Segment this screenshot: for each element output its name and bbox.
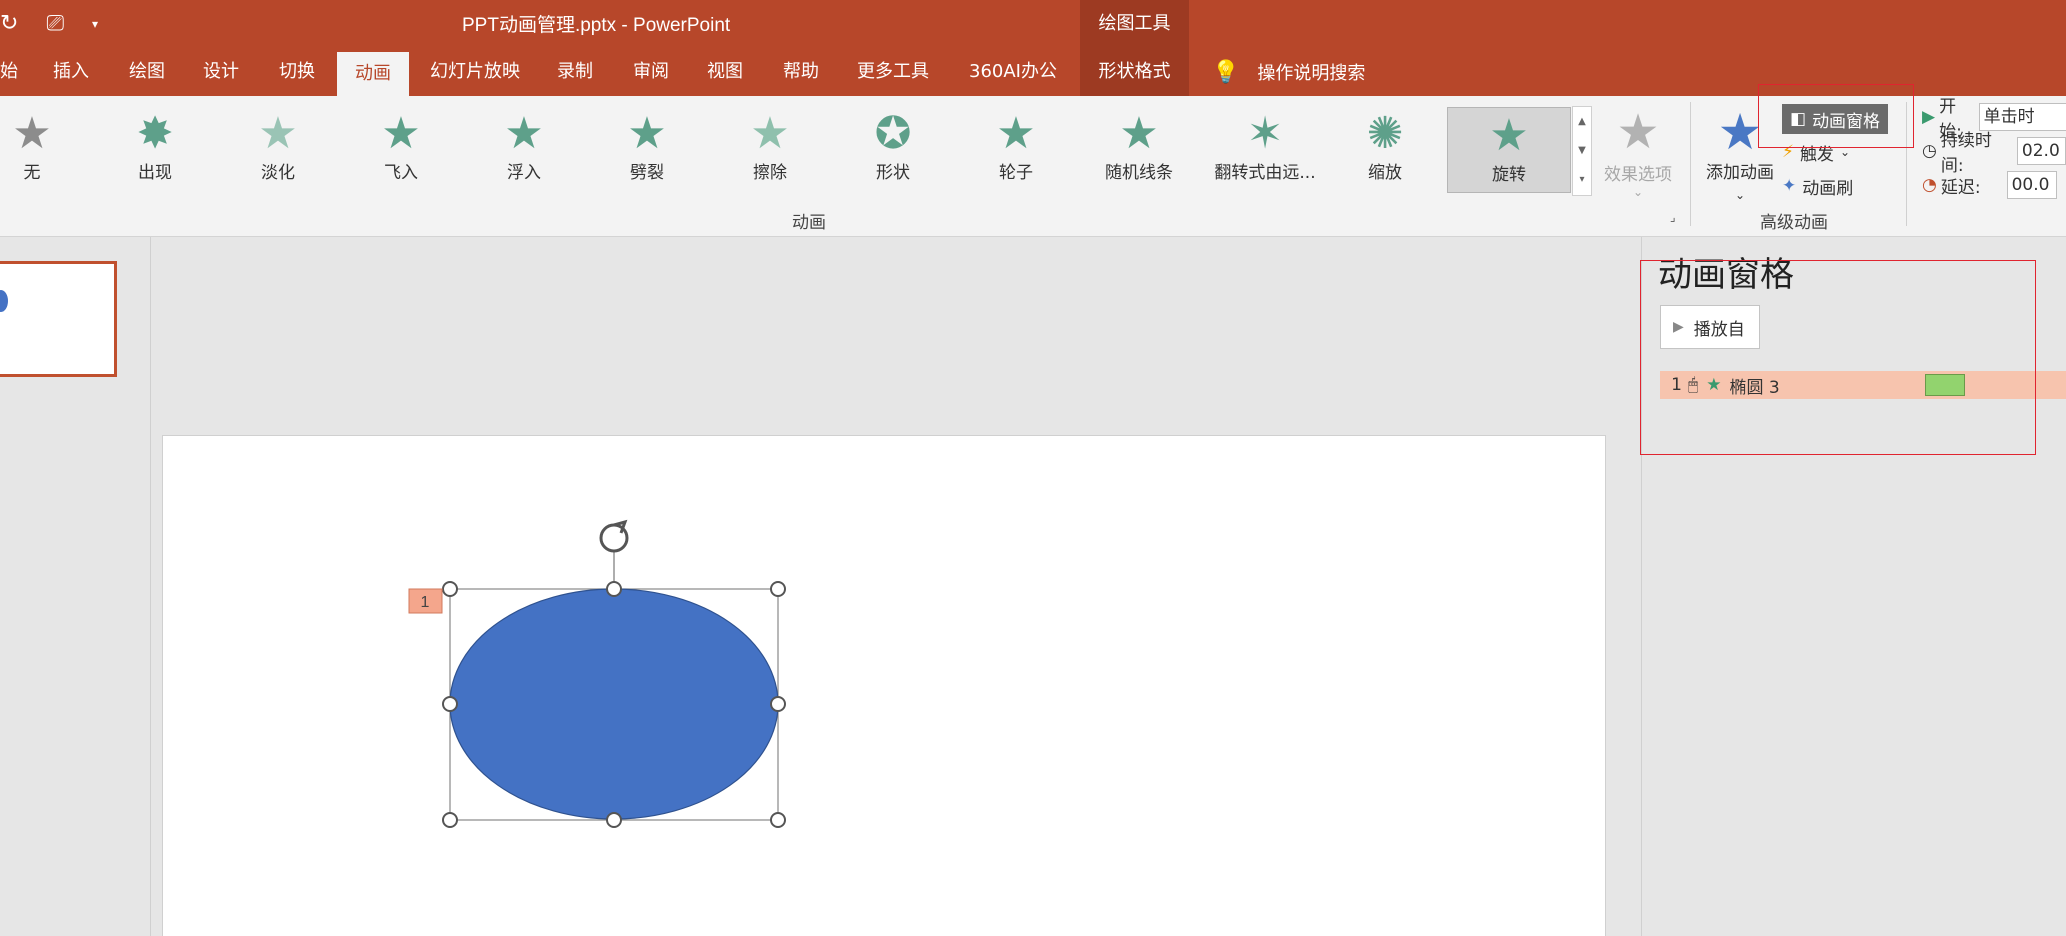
delay-clock-icon: ◔ <box>1922 175 1937 195</box>
tab-review[interactable]: 审阅 <box>620 48 682 96</box>
effect-float-in[interactable]: ★ 浮入 <box>474 106 574 196</box>
group-label-advanced: 高级动画 <box>1760 213 1828 233</box>
effect-none[interactable]: ★ 无 <box>0 106 82 196</box>
effect-appear[interactable]: ✸ 出现 <box>105 106 205 196</box>
duration-input[interactable]: 02.0 <box>2016 137 2066 165</box>
effect-fade[interactable]: ★ 淡化 <box>228 106 328 196</box>
star-shape-icon: ✪ <box>874 108 912 159</box>
timing-delay: ◔ 延迟: 00.0 <box>1922 170 2057 200</box>
effect-random-bars[interactable]: ★ 随机线条 <box>1089 106 1189 196</box>
customize-icon[interactable]: ▾ <box>92 10 98 38</box>
tab-more-tools[interactable]: 更多工具 <box>848 48 938 96</box>
star-burst-icon: ✸ <box>136 108 174 159</box>
slide-thumbnail[interactable] <box>0 261 117 377</box>
star-wipe-icon: ★ <box>750 108 790 159</box>
ellipse-shape[interactable] <box>449 588 779 820</box>
scroll-up-icon[interactable]: ▲ <box>1573 107 1591 136</box>
animation-painter-button[interactable]: ✦ 动画刷 <box>1782 172 1853 200</box>
gallery-scrollbar[interactable]: ▲ ▼ ▾ <box>1572 106 1592 196</box>
slide-content: 1 <box>408 519 786 828</box>
star-icon: ★ <box>258 108 298 159</box>
effect-shape[interactable]: ✪ 形状 <box>843 106 943 196</box>
window-title: PPT动画管理.pptx - PowerPoint <box>462 15 731 36</box>
scroll-down-icon[interactable]: ▼ <box>1573 136 1591 165</box>
tab-slideshow[interactable]: 幻灯片放映 <box>420 48 530 96</box>
resize-handle <box>442 696 458 712</box>
ribbon-tabs: 始 插入 绘图 设计 切换 动画 幻灯片放映 录制 审阅 视图 帮助 更多工具 … <box>0 48 2066 96</box>
slide-thumbnails <box>0 237 151 936</box>
tab-draw[interactable]: 绘图 <box>116 48 178 96</box>
play-icon: ▶ <box>1922 107 1936 127</box>
dialog-launcher-icon[interactable]: ⌟ <box>1670 210 1676 224</box>
title-bar: ↻ ⎚ ▾ PPT动画管理.pptx - PowerPoint 绘图工具 <box>0 0 2066 48</box>
tab-animations[interactable]: 动画 <box>337 52 409 96</box>
gallery-more-icon[interactable]: ▾ <box>1573 165 1591 194</box>
chevron-down-icon: ⌄ <box>1734 188 1746 202</box>
clock-icon: ◷ <box>1922 141 1937 161</box>
group-label-animation: 动画 <box>792 213 826 233</box>
resize-handle <box>770 696 786 712</box>
star-spin-icon: ★ <box>1489 110 1529 161</box>
search-label: 操作说明搜索 <box>1257 63 1366 84</box>
tell-me-search[interactable]: 💡 操作说明搜索 <box>1212 48 1365 96</box>
tab-record[interactable]: 录制 <box>544 48 606 96</box>
tab-design[interactable]: 设计 <box>190 48 252 96</box>
star-turn-icon: ✶ <box>1246 108 1284 159</box>
quick-access-toolbar: ↻ ⎚ ▾ <box>0 10 98 38</box>
animation-order-tag: 1 <box>421 594 430 611</box>
star-icon: ★ <box>1616 104 1660 160</box>
tab-shape-format[interactable]: 形状格式 <box>1080 48 1189 96</box>
resize-handle <box>606 581 622 597</box>
highlight-box-pane <box>1640 260 2036 455</box>
tab-help[interactable]: 帮助 <box>770 48 832 96</box>
painter-icon: ✦ <box>1782 176 1797 196</box>
star-icon: ★ <box>12 108 52 159</box>
effect-grow-turn[interactable]: ✶ 翻转式由远... <box>1212 106 1318 196</box>
thumbnail-shape <box>0 290 8 312</box>
effect-fly-in[interactable]: ★ 飞入 <box>351 106 451 196</box>
star-zoom-icon: ✺ <box>1366 108 1404 159</box>
context-group-label: 绘图工具 <box>1080 0 1189 48</box>
star-bars-icon: ★ <box>1119 108 1159 159</box>
resize-handle <box>770 581 786 597</box>
powerpoint-window: ↻ ⎚ ▾ PPT动画管理.pptx - PowerPoint 绘图工具 始 插… <box>0 0 2066 936</box>
rotate-handle-icon[interactable] <box>599 519 629 553</box>
ribbon-animations: ★ 无 ✸ 出现 ★ 淡化 ★ 飞入 ★ 浮入 ★ 劈裂 ★ 擦除 ✪ 形状 ★… <box>0 96 2066 237</box>
resize-handle <box>442 581 458 597</box>
lightbulb-icon: 💡 <box>1212 59 1240 85</box>
effect-split[interactable]: ★ 劈裂 <box>597 106 697 196</box>
effect-zoom[interactable]: ✺ 缩放 <box>1335 106 1435 196</box>
star-fly-icon: ★ <box>381 108 421 159</box>
effect-wheel[interactable]: ★ 轮子 <box>966 106 1066 196</box>
tab-360ai[interactable]: 360AI办公 <box>958 48 1068 96</box>
delay-input[interactable]: 00.0 <box>2006 171 2057 199</box>
resize-handle <box>606 812 622 828</box>
star-float-icon: ★ <box>504 108 544 159</box>
effect-wipe[interactable]: ★ 擦除 <box>720 106 820 196</box>
resize-handle <box>442 812 458 828</box>
effect-options-button[interactable]: ★ 效果选项 ⌄ <box>1598 104 1678 199</box>
effect-spin[interactable]: ★ 旋转 <box>1447 107 1571 193</box>
tab-transitions[interactable]: 切换 <box>266 48 328 96</box>
slide-canvas[interactable]: 1 <box>162 435 1606 936</box>
highlight-box-animation-pane <box>1758 84 1914 148</box>
resize-handle <box>770 812 786 828</box>
ribbon-separator <box>1690 102 1691 226</box>
star-wheel-icon: ★ <box>996 108 1036 159</box>
timing-duration: ◷ 持续时间: 02.0 <box>1922 131 2066 176</box>
redo-icon[interactable]: ↻ <box>0 10 18 38</box>
tab-view[interactable]: 视图 <box>694 48 756 96</box>
present-icon[interactable]: ⎚ <box>46 10 64 38</box>
tab-home[interactable]: 始 <box>0 48 18 96</box>
tab-insert[interactable]: 插入 <box>40 48 102 96</box>
chevron-down-icon: ⌄ <box>1632 185 1644 199</box>
star-split-icon: ★ <box>627 108 667 159</box>
